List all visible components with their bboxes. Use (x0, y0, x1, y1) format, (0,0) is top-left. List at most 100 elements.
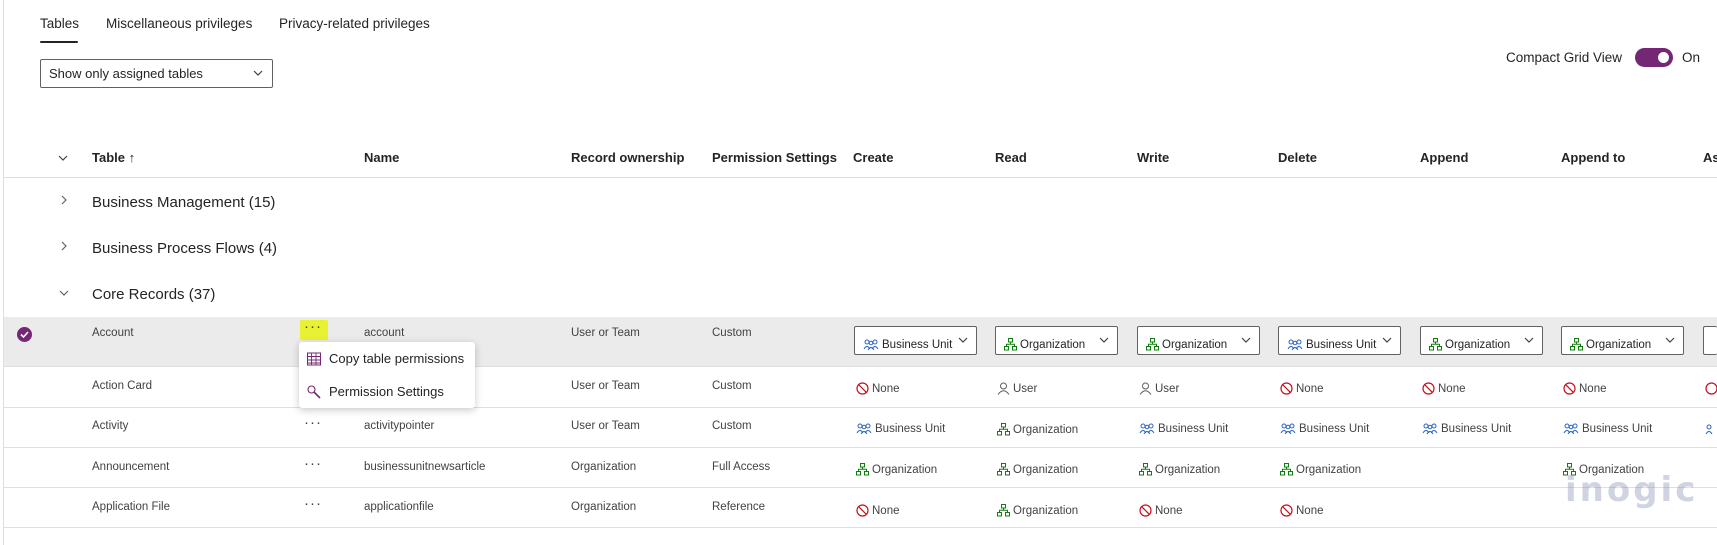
chevron-down-icon (1381, 333, 1393, 351)
write-privilege-dropdown[interactable]: Organization (1137, 326, 1260, 355)
create-privilege[interactable]: None (856, 382, 900, 395)
copy-table-permissions-menu-item[interactable]: Copy table permissions (299, 343, 475, 375)
row-table-label: Action Card (92, 380, 153, 392)
row-logical-name: account (364, 327, 405, 339)
append-privilege-dropdown[interactable]: Organization (1420, 326, 1543, 355)
read-privilege[interactable]: User (997, 382, 1037, 395)
append-to-privilege-dropdown[interactable]: Organization (1561, 326, 1684, 355)
append-privilege[interactable]: None (1422, 382, 1466, 395)
row-record-ownership: User or Team (571, 380, 640, 392)
create-privilege[interactable]: Business Unit (856, 423, 945, 435)
menu-item-label: Copy table permissions (329, 351, 465, 366)
read-privilege[interactable]: Organization (997, 463, 1078, 476)
write-privilege[interactable]: User (1139, 382, 1179, 395)
column-header-append-to[interactable]: Append to (1561, 150, 1625, 165)
privilege-value: None (872, 505, 900, 517)
privilege-value: Organization (1296, 464, 1362, 476)
read-privilege-dropdown[interactable]: Organization (995, 326, 1118, 355)
privilege-value: Organization (1013, 505, 1079, 517)
column-header-record-ownership[interactable]: Record ownership (571, 150, 684, 165)
menu-item-label: Permission Settings (329, 384, 444, 399)
toggle-knob (1658, 52, 1669, 63)
row-record-ownership: User or Team (571, 420, 640, 432)
delete-privilege[interactable]: None (1280, 504, 1324, 517)
table-grid-icon (306, 351, 322, 372)
row-record-ownership: Organization (571, 461, 637, 473)
append-to-privilege[interactable]: None (1563, 382, 1607, 395)
read-privilege[interactable]: Organization (997, 423, 1078, 436)
column-header-delete[interactable]: Delete (1278, 150, 1317, 165)
append-to-privilege[interactable]: Business Unit (1563, 423, 1652, 435)
more-actions-icon[interactable]: ··· (304, 455, 322, 472)
create-privilege-dropdown[interactable]: Business Unit (854, 326, 977, 355)
group-business-process-flows[interactable]: Business Process Flows (4) (92, 240, 277, 257)
read-privilege[interactable]: Organization (997, 504, 1078, 517)
business-unit-icon (1422, 423, 1441, 435)
organization-icon (856, 463, 872, 476)
permission-settings-menu-item[interactable]: Permission Settings (299, 376, 475, 408)
none-icon (1280, 504, 1296, 517)
column-header-write[interactable]: Write (1137, 150, 1169, 165)
delete-privilege[interactable]: None (1280, 382, 1324, 395)
none-icon (856, 504, 872, 517)
write-privilege[interactable]: None (1139, 504, 1183, 517)
tab-miscellaneous-privileges[interactable]: Miscellaneous privileges (106, 16, 252, 31)
chevron-down-icon (957, 333, 969, 351)
privilege-value: Business Unit (1441, 423, 1512, 435)
privilege-value: User (1155, 383, 1180, 395)
assign-privilege-dropdown[interactable] (1703, 326, 1717, 355)
row-permission-setting: Reference (712, 501, 766, 513)
privilege-value: Organization (1013, 464, 1079, 476)
row-permission-setting: Custom (712, 420, 752, 432)
none-icon (856, 382, 872, 395)
create-privilege[interactable]: None (856, 504, 900, 517)
column-header-name[interactable]: Name (364, 150, 399, 165)
write-privilege[interactable]: Organization (1139, 463, 1220, 476)
privilege-value: Organization (1445, 339, 1511, 351)
create-privilege[interactable]: Organization (856, 463, 937, 476)
user-icon (997, 382, 1013, 395)
chevron-right-icon[interactable] (58, 239, 70, 256)
organization-icon (997, 504, 1013, 517)
row-logical-name: businessunitnewsarticle (364, 461, 486, 473)
organization-icon (1146, 338, 1162, 351)
privilege-value: Organization (1155, 464, 1221, 476)
organization-icon (1280, 463, 1296, 476)
collapse-all-chevron-icon[interactable] (57, 151, 69, 169)
column-header-append[interactable]: Append (1420, 150, 1468, 165)
delete-privilege-dropdown[interactable]: Business Unit (1278, 326, 1401, 355)
row-permission-setting: Custom (712, 327, 752, 339)
write-privilege[interactable]: Business Unit (1139, 423, 1228, 435)
more-actions-icon[interactable]: ··· (304, 414, 322, 431)
chevron-down-icon (1523, 333, 1535, 351)
column-header-create[interactable]: Create (853, 150, 893, 165)
tab-privacy-related-privileges[interactable]: Privacy-related privileges (279, 16, 430, 31)
chevron-right-icon[interactable] (58, 193, 70, 210)
group-core-records[interactable]: Core Records (37) (92, 286, 215, 303)
more-actions-icon[interactable]: ··· (304, 318, 322, 335)
column-header-permission-settings[interactable]: Permission Settings (712, 150, 837, 165)
tab-tables[interactable]: Tables (40, 16, 79, 31)
compact-grid-view-toggle[interactable] (1635, 48, 1673, 67)
compact-grid-view-label: Compact Grid View (1506, 50, 1623, 65)
row-selected-check-icon[interactable] (17, 327, 32, 342)
organization-icon (1429, 338, 1445, 351)
column-header-read[interactable]: Read (995, 150, 1027, 165)
column-header-assign[interactable]: As (1703, 150, 1717, 165)
delete-privilege[interactable]: Organization (1280, 463, 1361, 476)
privilege-value: Business Unit (875, 423, 946, 435)
column-header-table[interactable]: Table ↑ (92, 150, 135, 165)
table-filter-dropdown[interactable]: Show only assigned tables (40, 59, 273, 88)
none-icon (1280, 382, 1296, 395)
table-filter-value: Show only assigned tables (49, 66, 203, 81)
row-permission-setting: Custom (712, 380, 752, 392)
delete-privilege[interactable]: Business Unit (1280, 423, 1369, 435)
privilege-value: Business Unit (882, 339, 953, 351)
chevron-down-icon[interactable] (58, 286, 70, 303)
group-business-management[interactable]: Business Management (15) (92, 194, 275, 211)
privilege-value: None (1438, 383, 1466, 395)
table-row-partial[interactable] (4, 527, 1717, 545)
privilege-value: Business Unit (1299, 423, 1370, 435)
append-privilege[interactable]: Business Unit (1422, 423, 1511, 435)
more-actions-icon[interactable]: ··· (304, 495, 322, 512)
